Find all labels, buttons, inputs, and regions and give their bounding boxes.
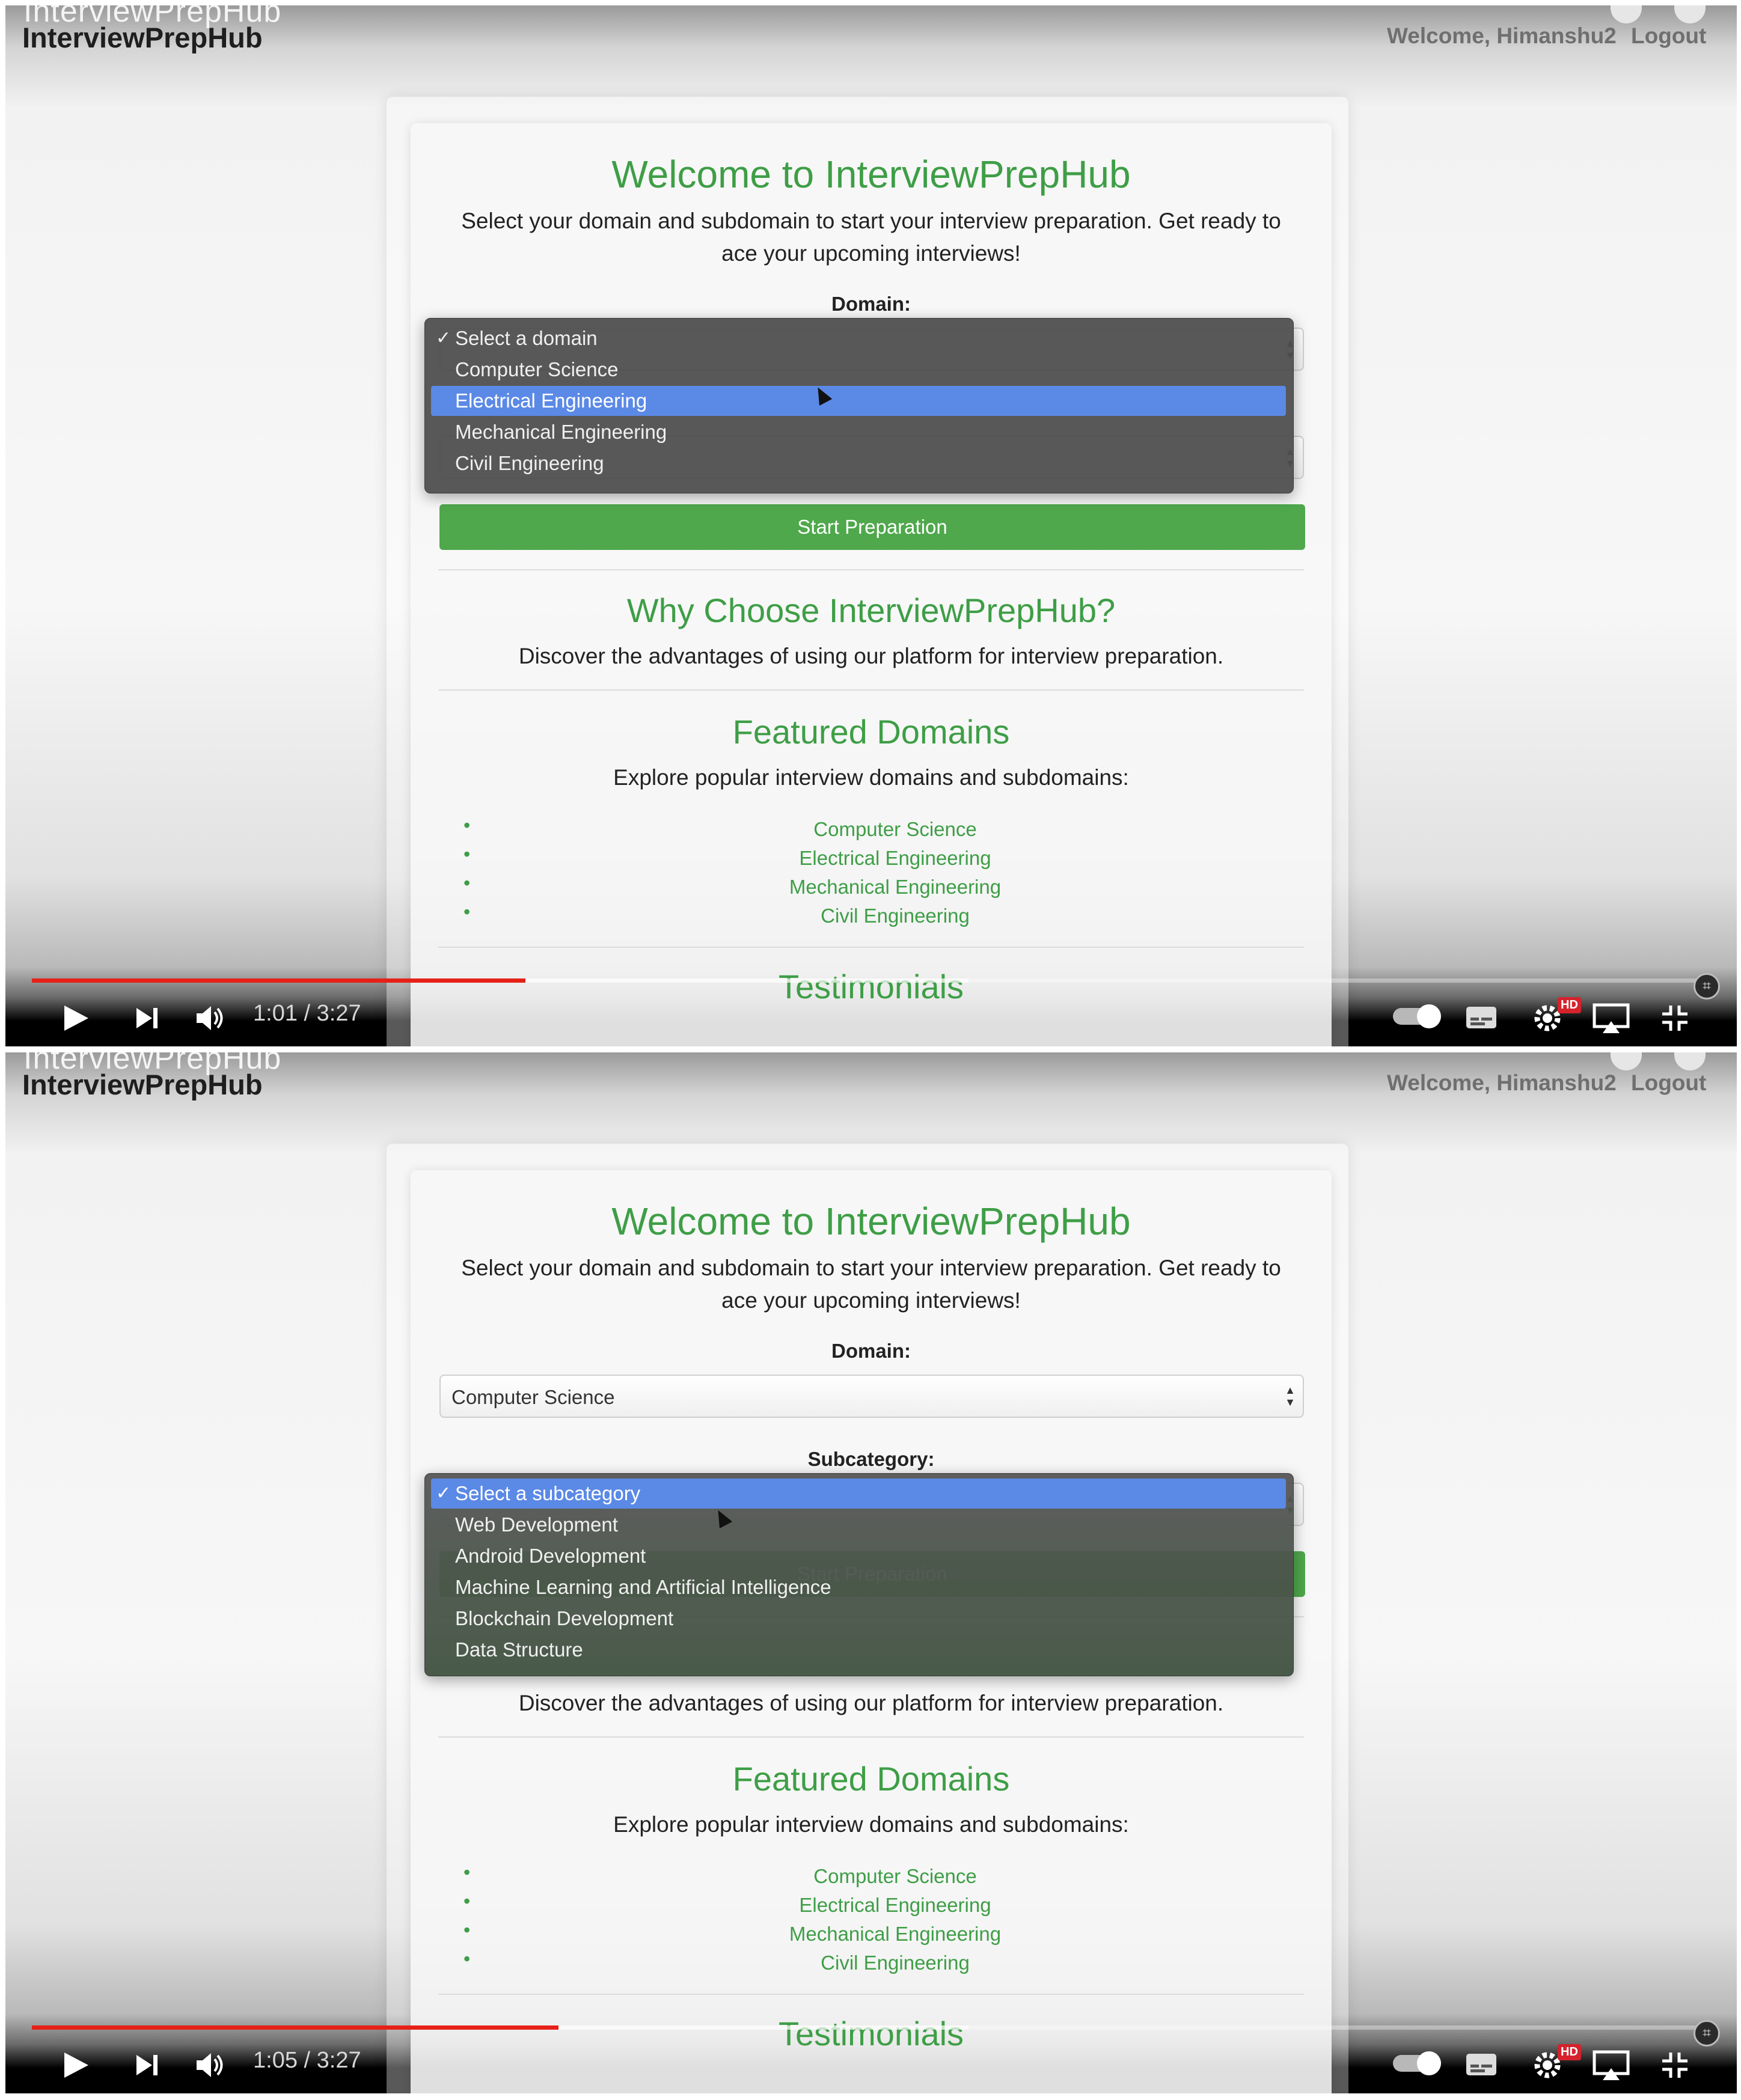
hd-badge: HD [1558,997,1581,1013]
video-player-controls: ⌗ 1:01 / 3:27 HD [5,967,1737,1046]
divider [438,689,1304,691]
featured-title: Featured Domains [732,1760,1010,1798]
progress-played [32,2025,559,2030]
subcategory-label: Subcategory: [807,1448,935,1470]
page-title: Welcome to InterviewPrepHub [611,153,1131,196]
video-time: 1:01 / 3:27 [253,1001,361,1026]
watch-later-icon[interactable] [1611,5,1642,23]
autoplay-toggle[interactable] [1393,1004,1441,1028]
dropdown-option-highlighted[interactable]: Electrical Engineering [431,386,1286,416]
featured-item-cs[interactable]: Computer Science [462,818,1328,841]
brand-logo[interactable]: InterviewPrepHub [22,21,263,54]
autoplay-toggle[interactable] [1393,2051,1441,2075]
dropdown-option[interactable]: ✓ Select a domain [431,323,1286,353]
intro-text: Select your domain and subdomain to star… [461,209,1281,266]
why-text: Discover the advantages of using our pla… [518,1691,1224,1715]
toggle-knob [1417,1004,1441,1028]
share-icon[interactable] [1674,5,1706,23]
video-frame-1: InterviewPrepHub InterviewPrepHub Welcom… [5,5,1737,1046]
featured-text: Explore popular interview domains and su… [613,765,1129,790]
watch-later-icon[interactable] [1611,1052,1642,1070]
airplay-icon[interactable] [1593,1003,1630,1034]
screenshot-icon[interactable]: ⌗ [1694,973,1720,1000]
why-text: Discover the advantages of using our pla… [518,644,1224,668]
page-title: Welcome to InterviewPrepHub [611,1200,1131,1243]
video-time: 1:05 / 3:27 [253,2048,361,2073]
screenshot-icon[interactable]: ⌗ [1694,2020,1720,2047]
exit-fullscreen-icon[interactable] [1660,2050,1690,2080]
progress-bar[interactable] [32,2025,1704,2030]
share-icon[interactable] [1674,1052,1706,1070]
volume-icon[interactable] [195,1004,225,1032]
progress-played [32,978,525,983]
domain-select[interactable]: Computer Science ▲ ▼ [439,1375,1304,1418]
logout-link[interactable]: Logout [1631,1070,1706,1096]
progress-bar[interactable] [32,978,1704,983]
dropdown-option[interactable]: Machine Learning and Artificial Intellig… [431,1572,1286,1602]
why-title: Why Choose InterviewPrepHub? [626,591,1116,629]
play-icon[interactable] [61,1003,91,1033]
select-arrows-icon: ▲▼ [1285,1384,1296,1408]
intro-text: Select your domain and subdomain to star… [461,1256,1281,1313]
dropdown-option[interactable]: Web Development [431,1510,1286,1540]
next-icon[interactable] [134,2053,161,2078]
dropdown-option[interactable]: Civil Engineering [431,448,1286,478]
divider [438,1736,1304,1738]
airplay-icon[interactable] [1593,2050,1630,2081]
featured-item-me[interactable]: Mechanical Engineering [462,1923,1328,1946]
dropdown-option[interactable]: Mechanical Engineering [431,417,1286,447]
subcategory-dropdown-menu[interactable]: ✓ Select a subcategory Web Development A… [424,1473,1294,1676]
domain-dropdown-menu[interactable]: ✓ Select a domain Computer Science Elect… [424,318,1294,493]
dropdown-option[interactable]: Blockchain Development [431,1604,1286,1634]
domain-label: Domain: [831,1340,911,1362]
video-frame-2: InterviewPrepHub InterviewPrepHub Welcom… [5,1052,1737,2093]
site-header: InterviewPrepHub InterviewPrepHub Welcom… [5,5,1737,60]
play-icon[interactable] [61,2050,91,2080]
welcome-user: Welcome, Himanshu2 [1387,1070,1617,1095]
featured-text: Explore popular interview domains and su… [613,1812,1129,1837]
divider [438,947,1304,948]
checkmark-icon: ✓ [436,328,451,348]
featured-item-civil[interactable]: Civil Engineering [462,1952,1328,1974]
dropdown-option[interactable]: Computer Science [431,355,1286,385]
logout-link[interactable]: Logout [1631,23,1706,49]
divider [438,569,1304,570]
video-player-controls: ⌗ 1:05 / 3:27 HD [5,2014,1737,2093]
subtitles-icon[interactable] [1465,1006,1498,1030]
brand-logo[interactable]: InterviewPrepHub [22,1068,263,1101]
dropdown-option[interactable]: Data Structure [431,1635,1286,1665]
next-icon[interactable] [134,1006,161,1031]
subtitles-icon[interactable] [1465,2053,1498,2077]
featured-title: Featured Domains [732,713,1010,751]
start-preparation-button[interactable]: Start Preparation [439,504,1305,550]
domain-select-value: Computer Science [451,1386,615,1408]
featured-item-ee[interactable]: Electrical Engineering [462,847,1328,870]
volume-icon[interactable] [195,2051,225,2079]
featured-item-ee[interactable]: Electrical Engineering [462,1894,1328,1917]
exit-fullscreen-icon[interactable] [1660,1003,1690,1033]
featured-item-civil[interactable]: Civil Engineering [462,905,1328,927]
site-header: InterviewPrepHub InterviewPrepHub Welcom… [5,1052,1737,1106]
checkmark-icon: ✓ [436,1483,451,1503]
toggle-knob [1417,2051,1441,2075]
dropdown-option-highlighted[interactable]: ✓ Select a subcategory [431,1479,1286,1509]
hd-badge: HD [1558,2044,1581,2060]
dropdown-option[interactable]: Android Development [431,1541,1286,1571]
featured-item-cs[interactable]: Computer Science [462,1865,1328,1888]
featured-item-me[interactable]: Mechanical Engineering [462,876,1328,899]
welcome-user: Welcome, Himanshu2 [1387,23,1617,48]
divider [438,1994,1304,1995]
domain-label: Domain: [831,293,911,315]
